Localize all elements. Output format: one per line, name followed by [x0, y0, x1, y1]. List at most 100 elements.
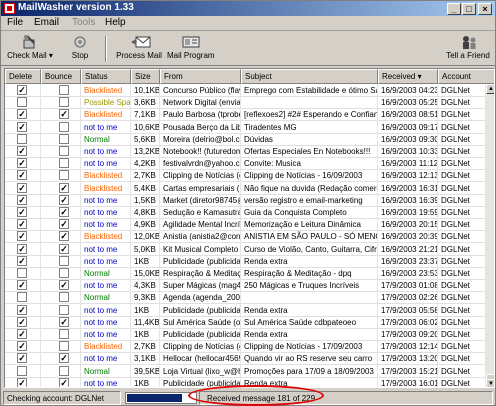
delete-checkbox[interactable]: ✓: [17, 316, 27, 327]
delete-checkbox[interactable]: ✓: [17, 109, 27, 120]
column-header-bounce[interactable]: Bounce: [41, 69, 81, 84]
bounce-checkbox[interactable]: [59, 329, 69, 339]
table-row[interactable]: ✓ Blacklisted 2,7KB Clipping de Notícias (c…: [5, 169, 486, 183]
bounce-checkbox[interactable]: [59, 85, 69, 95]
menu-tools[interactable]: Tools: [72, 17, 95, 28]
bounce-checkbox[interactable]: [59, 255, 69, 266]
process-mail-button[interactable]: Process Mail: [114, 34, 164, 64]
table-row[interactable]: ✓ ✓ not to me 5,0KB Kit Musical Completo st C…: [5, 242, 486, 256]
table-row[interactable]: Possible Spar 3,6KB Network Digital (envia…: [5, 96, 486, 110]
bounce-checkbox[interactable]: [59, 97, 69, 108]
bounce-checkbox[interactable]: ✓: [59, 316, 69, 327]
delete-checkbox[interactable]: ✓: [17, 219, 27, 230]
delete-checkbox[interactable]: ✓: [17, 182, 27, 193]
bounce-checkbox[interactable]: ✓: [59, 207, 69, 217]
table-row[interactable]: ✓ not to me1KBPublicidade (publicidadeRen…: [5, 328, 486, 341]
table-row[interactable]: ✓ ✓ not to me 1,5KB Market (diretor98745@ ver…: [5, 193, 486, 207]
bounce-checkbox[interactable]: [59, 341, 69, 352]
column-header-status[interactable]: Status: [81, 69, 131, 84]
table-row[interactable]: ✓ not to me 13,2KB Notebook!! (futuredom Ofe…: [5, 145, 486, 158]
delete-checkbox[interactable]: ✓: [17, 231, 27, 242]
delete-checkbox[interactable]: ✓: [17, 353, 27, 364]
table-row[interactable]: ✓ ✓ not to me 4,3KB Super Mágicas (mag45! 250…: [5, 279, 486, 293]
table-row[interactable]: ✓ ✓ not to me 4,9KB Agilidade Mental Incrív M…: [5, 218, 486, 232]
delete-checkbox[interactable]: ✓: [17, 377, 27, 387]
check-mail-button[interactable]: Check Mail ▾: [5, 34, 55, 64]
bounce-checkbox[interactable]: ✓: [59, 243, 69, 254]
bounce-checkbox[interactable]: [59, 121, 69, 132]
subject-cell: versão registro e email-marketing: [241, 193, 378, 207]
column-header-account[interactable]: Account: [438, 69, 494, 84]
menu-help[interactable]: Help: [105, 17, 126, 28]
bounce-checkbox[interactable]: ✓: [59, 377, 69, 387]
table-row[interactable]: ✓ Blacklisted 2,7KB Clipping de Notícias (c…: [5, 340, 486, 354]
delete-checkbox[interactable]: [17, 292, 27, 303]
minimize-button[interactable]: _: [447, 3, 461, 15]
table-row[interactable]: Normal15,0KBRespiração & MeditaçãoRespir…: [5, 267, 486, 280]
bounce-checkbox[interactable]: [59, 133, 69, 144]
scroll-down-arrow[interactable]: ▼: [486, 379, 494, 387]
delete-checkbox[interactable]: ✓: [17, 255, 27, 266]
table-row[interactable]: ✓ not to me 10,6KB Pousada Berço da Liber Ti…: [5, 120, 486, 134]
delete-checkbox[interactable]: ✓: [17, 158, 27, 169]
table-row[interactable]: ✓ ✓ not to me 3,1KB Hellocar (hellocar4569(Q…: [5, 352, 486, 366]
table-row[interactable]: ✓ not to me1KBPublicidade (publicidadeRen…: [5, 254, 486, 268]
bounce-checkbox[interactable]: ✓: [59, 231, 69, 242]
column-header-received[interactable]: Received ▾: [378, 69, 438, 84]
table-row[interactable]: ✓ ✓ not to me 4,8KB Sedução e Kamasutra n Gui…: [5, 206, 486, 219]
delete-checkbox[interactable]: ✓: [17, 243, 27, 254]
delete-checkbox[interactable]: ✓: [17, 280, 27, 291]
stop-button[interactable]: Stop: [65, 34, 95, 64]
delete-checkbox[interactable]: ✓: [17, 85, 27, 95]
table-row[interactable]: Normal 9,3KB Agenda (agenda_2003 17/9/2003 …: [5, 291, 486, 305]
bounce-checkbox[interactable]: ✓: [59, 109, 69, 120]
delete-checkbox[interactable]: [17, 268, 27, 278]
delete-checkbox[interactable]: ✓: [17, 194, 27, 205]
column-header-from[interactable]: From: [160, 69, 241, 84]
bounce-checkbox[interactable]: ✓: [59, 182, 69, 193]
close-button[interactable]: ×: [478, 3, 492, 15]
bounce-checkbox[interactable]: [59, 292, 69, 303]
table-row[interactable]: ✓ ✓ Blacklisted7,1KBPaulo Barbosa (tprober…: [5, 108, 486, 122]
bounce-checkbox[interactable]: ✓: [59, 280, 69, 291]
table-row[interactable]: ✓ ✓ Blacklisted 5,4KB Cartas empresariais (k…: [5, 181, 486, 195]
table-row[interactable]: ✓ not to me 4,2KB festivalvrdn@yahoo.cor Con…: [5, 157, 486, 171]
bounce-checkbox[interactable]: [59, 146, 69, 156]
bounce-checkbox[interactable]: ✓: [59, 194, 69, 205]
delete-checkbox[interactable]: ✓: [17, 170, 27, 181]
table-row[interactable]: ✓ ✓ not to me 11,4KB Sul América Saúde (oliv…: [5, 315, 486, 329]
table-row[interactable]: Normal 39,5KB Loja Virtual (lixo_w@ho Promo…: [5, 364, 486, 378]
menu-file[interactable]: File: [7, 17, 23, 28]
bounce-checkbox[interactable]: [59, 304, 69, 315]
tell-friend-button[interactable]: Tell a Friend: [443, 34, 493, 64]
delete-checkbox[interactable]: ✓: [17, 304, 27, 315]
table-row[interactable]: ✓ not to me1KBPublicidade (publicidadeRen…: [5, 303, 486, 317]
bounce-checkbox[interactable]: [59, 268, 69, 278]
scroll-up-arrow[interactable]: ▲: [486, 84, 494, 94]
bounce-checkbox[interactable]: ✓: [59, 353, 69, 364]
delete-checkbox[interactable]: ✓: [17, 207, 27, 217]
delete-checkbox[interactable]: [17, 133, 27, 144]
table-row[interactable]: ✓ ✓ Blacklisted 12,0KB Anistia (anistia2@con…: [5, 230, 486, 244]
message-list[interactable]: Delete Bounce Status Size From Subject R…: [4, 68, 495, 388]
bounce-checkbox[interactable]: [59, 365, 69, 376]
size-cell: 1KB: [131, 376, 160, 387]
mail-program-button[interactable]: Mail Program: [167, 34, 215, 64]
vertical-scrollbar[interactable]: ▲ ▼: [486, 84, 494, 387]
column-header-size[interactable]: Size: [131, 69, 160, 84]
column-header-delete[interactable]: Delete: [5, 69, 41, 84]
maximize-button[interactable]: □: [462, 3, 476, 15]
delete-checkbox[interactable]: ✓: [17, 329, 27, 339]
table-row[interactable]: Normal5,6KBMoreira (delrio@bol.comDúvida…: [5, 132, 486, 146]
menu-email[interactable]: Email: [34, 17, 59, 28]
delete-checkbox[interactable]: [17, 97, 27, 108]
bounce-checkbox[interactable]: [59, 158, 69, 169]
delete-checkbox[interactable]: ✓: [17, 341, 27, 352]
column-header-subject[interactable]: Subject: [241, 69, 378, 84]
bounce-checkbox[interactable]: [59, 170, 69, 181]
bounce-checkbox[interactable]: ✓: [59, 219, 69, 230]
delete-checkbox[interactable]: ✓: [17, 146, 27, 156]
delete-checkbox[interactable]: [17, 365, 27, 376]
table-row[interactable]: ✓ Blacklisted 10,1KB Concurso Público (flav…: [5, 84, 486, 97]
delete-checkbox[interactable]: ✓: [17, 121, 27, 132]
